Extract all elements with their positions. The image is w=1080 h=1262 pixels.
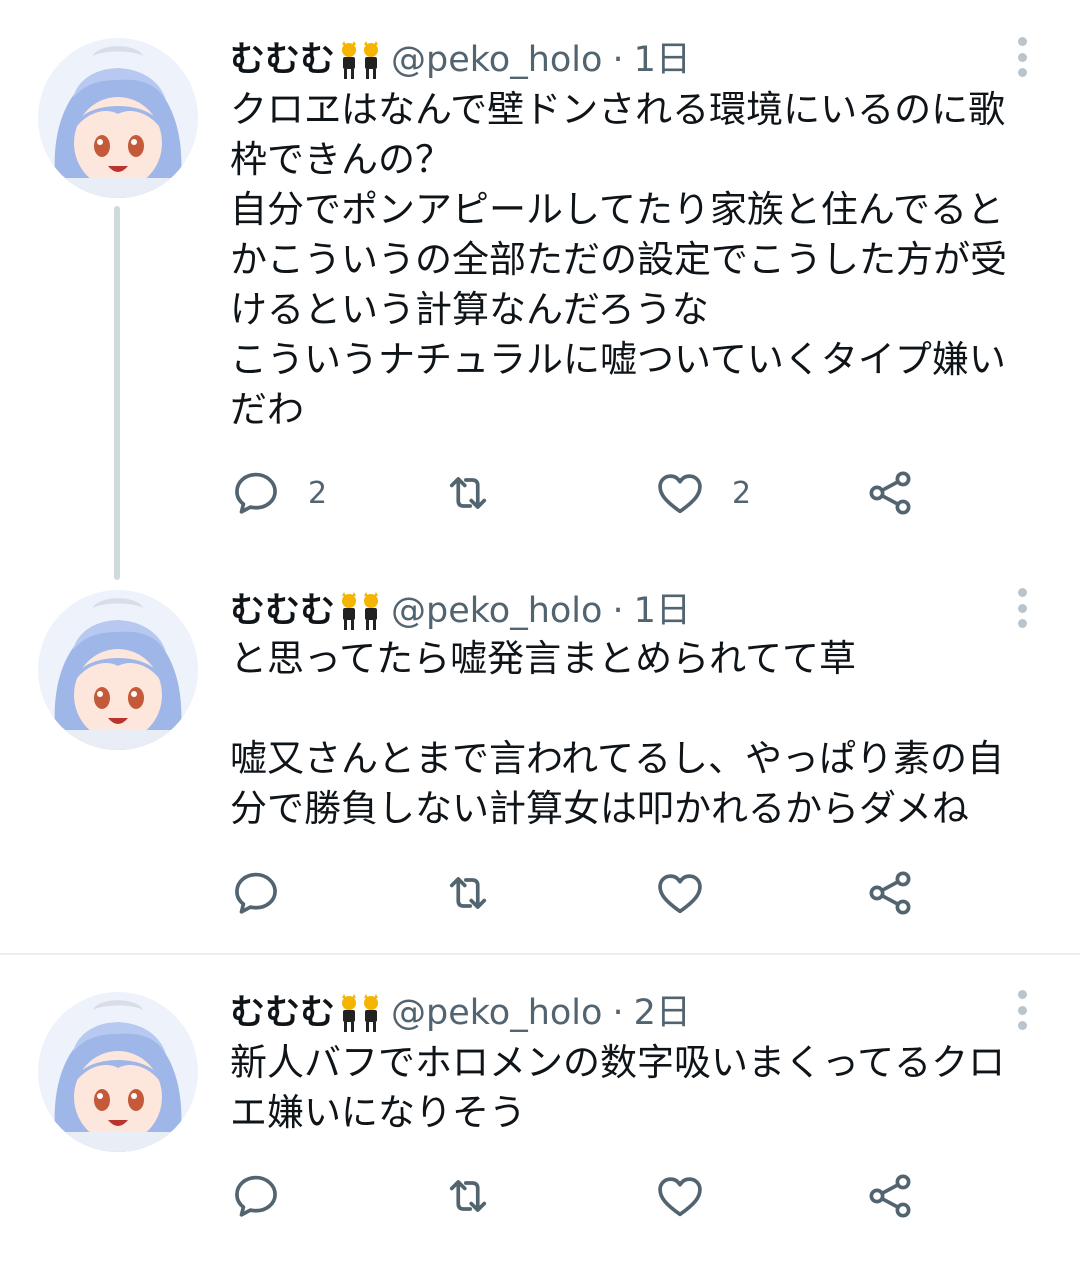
reply-icon [230, 467, 282, 519]
share-icon [864, 867, 916, 919]
tweet-actions: 2 2 [230, 463, 950, 523]
retweet-icon [442, 1170, 494, 1222]
tweet-header: むむむ @peko_holo · 2日 [230, 990, 691, 1036]
share-button[interactable] [864, 863, 916, 923]
separator-dot: · [612, 40, 624, 80]
tweet-header: むむむ @peko_holo · 1日 [230, 37, 691, 83]
heart-icon [654, 867, 706, 919]
share-button[interactable] [864, 1166, 916, 1226]
heart-icon [654, 1170, 706, 1222]
dancers-emoji-icon [337, 41, 383, 79]
more-vertical-icon[interactable] [1016, 37, 1028, 77]
separator-dot: · [612, 993, 624, 1033]
avatar-image [38, 590, 198, 750]
retweet-button[interactable] [442, 1166, 520, 1226]
dancers-emoji-icon [337, 994, 383, 1032]
display-name[interactable]: むむむ [230, 990, 335, 1036]
user-handle[interactable]: @peko_holo [391, 990, 602, 1036]
reply-icon [230, 1170, 282, 1222]
tweet-actions [230, 863, 950, 923]
tweet-header: むむむ @peko_holo · 1日 [230, 588, 691, 634]
reply-icon [230, 867, 282, 919]
separator-dot: · [612, 591, 624, 631]
tweet-text: クロヱはなんで壁ドンされる環境にいるのに歌枠できんの？ 自分でポンアピールしてた… [230, 88, 1007, 431]
tweet[interactable]: むむむ @peko_holo · 2日 新人バフでホロメンの数字吸いまくってるク… [0, 955, 1080, 1262]
avatar[interactable] [38, 38, 198, 198]
retweet-icon [442, 467, 494, 519]
tweet[interactable]: むむむ @peko_holo · 1日 クロヱはなんで壁ドンされる環境にいるのに… [0, 0, 1080, 590]
tweet-actions [230, 1166, 950, 1226]
more-vertical-icon[interactable] [1016, 588, 1028, 628]
reply-button[interactable] [230, 1166, 308, 1226]
like-count: 2 [732, 475, 752, 511]
retweet-button[interactable] [442, 863, 520, 923]
more-vertical-icon[interactable] [1016, 990, 1028, 1030]
timestamp[interactable]: 2日 [634, 990, 691, 1036]
avatar[interactable] [38, 590, 198, 750]
user-handle[interactable]: @peko_holo [391, 37, 602, 83]
avatar-image [38, 992, 198, 1152]
share-button[interactable] [864, 463, 916, 523]
avatar[interactable] [38, 992, 198, 1152]
heart-icon [654, 467, 706, 519]
share-icon [864, 1170, 916, 1222]
tweet-text: 新人バフでホロメンの数字吸いまくってるクロエ嫌いになりそう [230, 1041, 1006, 1134]
avatar-image [38, 38, 198, 198]
like-button[interactable] [654, 1166, 732, 1226]
retweet-icon [442, 867, 494, 919]
reply-count: 2 [308, 475, 328, 511]
timestamp[interactable]: 1日 [634, 37, 691, 83]
reply-button[interactable]: 2 [230, 463, 327, 523]
retweet-button[interactable] [442, 463, 520, 523]
display-name[interactable]: むむむ [230, 588, 335, 634]
like-button[interactable]: 2 [654, 463, 751, 523]
user-handle[interactable]: @peko_holo [391, 588, 602, 634]
tweet-text: と思ってたら嘘発言まとめられてて草 嘘又さんとまで言われてるし、やっぱり素の自分… [230, 637, 1005, 830]
tweet[interactable]: むむむ @peko_holo · 1日 と思ってたら嘘発言まとめられてて草 嘘又… [0, 580, 1080, 950]
share-icon [864, 467, 916, 519]
like-button[interactable] [654, 863, 732, 923]
dancers-emoji-icon [337, 592, 383, 630]
display-name[interactable]: むむむ [230, 37, 335, 83]
timestamp[interactable]: 1日 [634, 588, 691, 634]
reply-button[interactable] [230, 863, 308, 923]
